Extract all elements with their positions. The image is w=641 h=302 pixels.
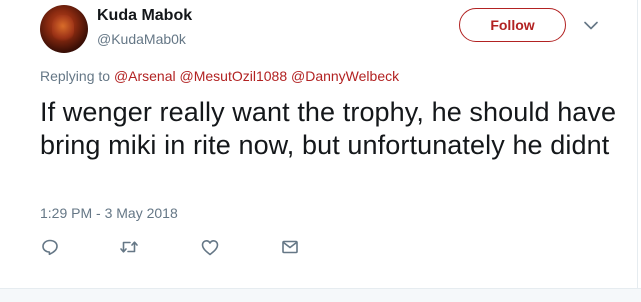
replying-to-label: Replying to bbox=[40, 68, 111, 84]
page-background-strip bbox=[0, 288, 641, 302]
tweet-text: If wenger really want the trophy, he sho… bbox=[40, 97, 617, 160]
mention-link[interactable]: @MesutOzil1088 bbox=[180, 68, 288, 84]
envelope-icon[interactable] bbox=[279, 236, 301, 258]
chevron-down-icon[interactable] bbox=[583, 17, 599, 33]
follow-button[interactable]: Follow bbox=[459, 8, 566, 42]
avatar[interactable] bbox=[40, 5, 88, 53]
heart-icon[interactable] bbox=[199, 236, 221, 258]
tweet-card: Kuda Mabok @KudaMab0k Follow Replying to… bbox=[0, 0, 641, 288]
reply-context: Replying to @Arsenal @MesutOzil1088 @Dan… bbox=[40, 68, 399, 84]
timestamp[interactable]: 1:29 PM - 3 May 2018 bbox=[40, 205, 178, 221]
retweet-icon[interactable] bbox=[118, 236, 140, 258]
mention-link[interactable]: @Arsenal bbox=[114, 68, 176, 84]
display-name[interactable]: Kuda Mabok bbox=[97, 7, 192, 25]
card-border bbox=[637, 0, 638, 288]
screen-name[interactable]: @KudaMab0k bbox=[97, 31, 186, 47]
mention-link[interactable]: @DannyWelbeck bbox=[291, 68, 399, 84]
reply-icon[interactable] bbox=[39, 236, 61, 258]
